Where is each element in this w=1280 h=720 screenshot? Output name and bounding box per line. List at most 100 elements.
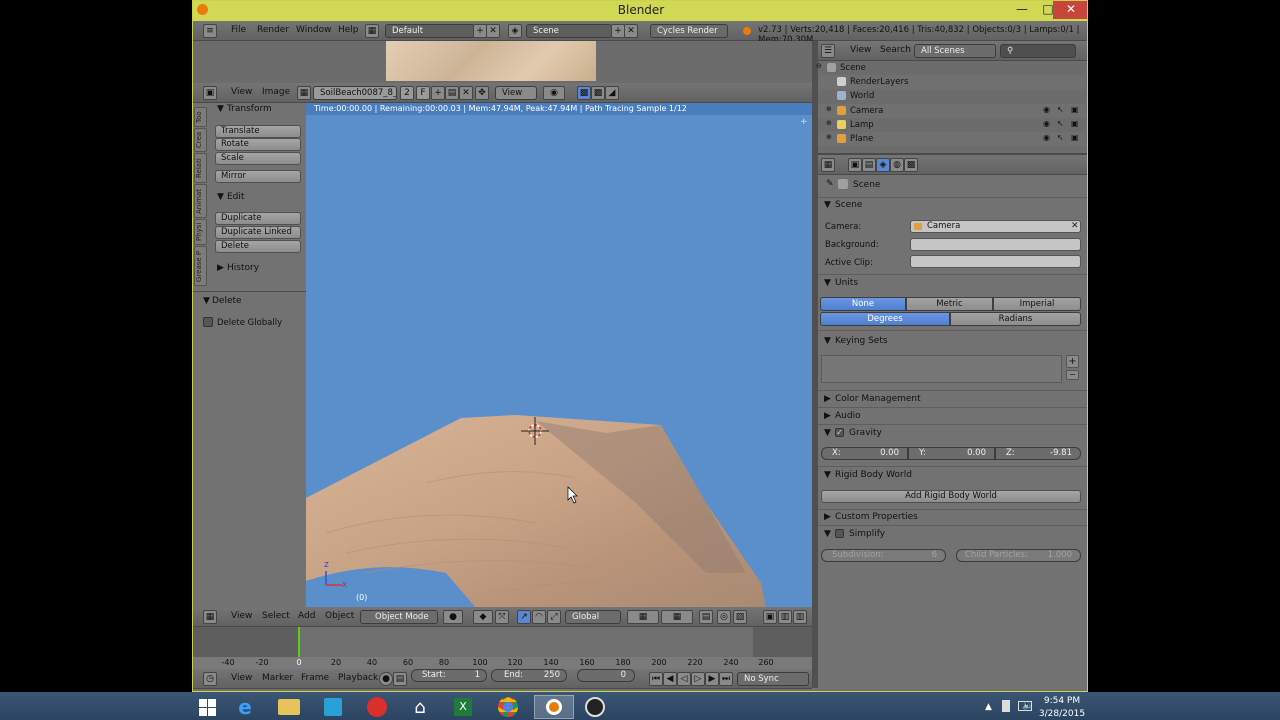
- simplify-panel-toggle[interactable]: ▼: [824, 529, 831, 539]
- remove-keying-set-button[interactable]: −: [1066, 370, 1079, 380]
- opengl-animation-icon[interactable]: ▥: [793, 610, 807, 624]
- active-clip-field[interactable]: [910, 255, 1081, 268]
- display-mode-icon[interactable]: ◉: [543, 86, 565, 100]
- render-layers-tab-icon[interactable]: ▤: [862, 158, 876, 172]
- start-frame-field[interactable]: Start: 1: [411, 669, 487, 682]
- tray-volume-icon[interactable]: 🔈: [1022, 700, 1034, 711]
- properties-editor-type-icon[interactable]: ▦: [821, 158, 835, 172]
- units-panel-title[interactable]: Units: [835, 278, 858, 288]
- color-management-panel-title[interactable]: Color Management: [835, 394, 921, 404]
- object-tab-icon[interactable]: ▩: [904, 158, 918, 172]
- audio-panel-title[interactable]: Audio: [835, 411, 861, 421]
- prev-keyframe-icon[interactable]: ◀: [663, 672, 677, 686]
- image-name-field[interactable]: SoilBeach0087_8_...: [313, 86, 397, 100]
- eye-icon[interactable]: ◉: [1043, 133, 1050, 142]
- color-management-panel-toggle[interactable]: ▶: [824, 394, 831, 404]
- audio-panel-toggle[interactable]: ▶: [824, 411, 831, 421]
- unit-system-none[interactable]: None: [820, 297, 906, 311]
- remove-scene-button[interactable]: ✕: [624, 24, 638, 38]
- gravity-checkbox[interactable]: ✓: [835, 428, 844, 437]
- jump-start-icon[interactable]: ⏮: [649, 672, 663, 686]
- viewport-menu-view[interactable]: View: [231, 611, 252, 621]
- render-viewport[interactable]: Time:00:00.00 | Remaining:00:00.03 | Mem…: [306, 103, 812, 608]
- outliner-item-label[interactable]: Plane: [850, 134, 873, 144]
- transform-collapse-icon[interactable]: ▼: [217, 104, 224, 114]
- edit-collapse-icon[interactable]: ▼: [217, 192, 224, 202]
- start-button-icon[interactable]: [192, 695, 222, 719]
- render-tab-icon[interactable]: ▣: [848, 158, 862, 172]
- add-rigid-body-world-button[interactable]: Add Rigid Body World: [821, 490, 1081, 503]
- add-keying-set-button[interactable]: +: [1066, 355, 1079, 368]
- gravity-panel-title[interactable]: Gravity: [849, 428, 882, 438]
- viewport-menu-object[interactable]: Object: [325, 611, 354, 621]
- menu-render[interactable]: Render: [257, 25, 289, 35]
- outliner-item-label[interactable]: RenderLayers: [850, 77, 908, 87]
- outliner-row-lamp[interactable]: ⊕ Lamp ◉ ↖ ▣: [818, 118, 1086, 132]
- keying-sets-panel-title[interactable]: Keying Sets: [835, 336, 888, 346]
- scale-manipulator-icon[interactable]: ⤢: [547, 610, 561, 624]
- render-icon[interactable]: ▣: [1071, 133, 1079, 142]
- timeline-editor-type-icon[interactable]: ◷: [203, 672, 217, 686]
- tab-animation[interactable]: Animat: [194, 184, 207, 218]
- menu-file[interactable]: File: [231, 25, 246, 35]
- background-field[interactable]: [910, 238, 1081, 251]
- eye-icon[interactable]: ◉: [1043, 119, 1050, 128]
- scale-button[interactable]: Scale: [215, 152, 301, 165]
- rigid-body-panel-toggle[interactable]: ▼: [824, 470, 831, 480]
- render-icon[interactable]: ▣: [1071, 119, 1079, 128]
- taskbar-date[interactable]: 3/28/2015: [1038, 709, 1086, 719]
- image-menu-image[interactable]: Image: [262, 87, 290, 97]
- cursor-icon[interactable]: ↖: [1057, 119, 1064, 128]
- internet-explorer-icon[interactable]: e: [230, 695, 260, 719]
- record-icon[interactable]: ●: [379, 672, 393, 686]
- outliner-menu-view[interactable]: View: [850, 45, 871, 55]
- minimize-button[interactable]: —: [1009, 1, 1035, 19]
- image-view-select[interactable]: View: [495, 86, 537, 100]
- tab-physics[interactable]: Physi: [194, 219, 207, 245]
- units-panel-toggle[interactable]: ▼: [824, 278, 831, 288]
- menu-window[interactable]: Window: [296, 25, 332, 35]
- viewport-menu-select[interactable]: Select: [262, 611, 290, 621]
- expand-toggle-icon[interactable]: ⊖: [816, 62, 822, 70]
- snap-icon[interactable]: ▨: [733, 610, 747, 624]
- subdivision-field[interactable]: Subdivision: 6: [821, 549, 946, 562]
- viewport-menu-add[interactable]: Add: [298, 611, 315, 621]
- image-users[interactable]: 2: [400, 86, 414, 100]
- scene-field[interactable]: Scene: [526, 24, 612, 38]
- image-browse-icon[interactable]: ▦: [297, 86, 311, 100]
- remove-layout-button[interactable]: ✕: [486, 24, 500, 38]
- tab-tools[interactable]: Too: [194, 107, 207, 127]
- pivot-point-icon[interactable]: ◆: [473, 610, 493, 624]
- tab-relations[interactable]: Relati: [194, 153, 207, 183]
- gradient-icon[interactable]: ◢: [605, 86, 619, 100]
- play-reverse-icon[interactable]: ◁: [677, 672, 691, 686]
- render-preview-icon[interactable]: ▣: [763, 610, 777, 624]
- outliner-row-renderlayers[interactable]: RenderLayers: [818, 75, 1086, 90]
- chrome-icon[interactable]: [493, 695, 523, 719]
- menu-help[interactable]: Help: [338, 25, 359, 35]
- proportional-edit-icon[interactable]: ◎: [717, 610, 731, 624]
- translate-button[interactable]: Translate: [215, 125, 301, 138]
- child-particles-field[interactable]: Child Particles: 1.000: [956, 549, 1081, 562]
- app-red-icon[interactable]: [362, 695, 392, 719]
- unit-system-metric[interactable]: Metric: [906, 297, 993, 311]
- rigid-body-panel-title[interactable]: Rigid Body World: [835, 470, 912, 480]
- custom-properties-panel-title[interactable]: Custom Properties: [835, 512, 918, 522]
- cursor-icon[interactable]: ↖: [1057, 133, 1064, 142]
- obs-icon[interactable]: [580, 695, 610, 719]
- tab-create[interactable]: Crea: [194, 128, 207, 152]
- outliner-row-plane[interactable]: ⊕ Plane ◉ ↖ ▣: [818, 132, 1086, 146]
- alpha-icon[interactable]: ▩: [577, 86, 591, 100]
- editor-type-icon[interactable]: ≡: [203, 24, 217, 38]
- object-mode-select[interactable]: Object Mode: [360, 610, 438, 624]
- custom-properties-panel-toggle[interactable]: ▶: [824, 512, 831, 522]
- scene-panel-toggle[interactable]: ▼: [824, 200, 831, 210]
- outliner-item-label[interactable]: World: [850, 91, 874, 101]
- translate-manipulator-icon[interactable]: ↗: [517, 610, 531, 624]
- taskbar-time[interactable]: 9:54 PM: [1043, 696, 1081, 706]
- add-scene-button[interactable]: +: [611, 24, 625, 38]
- outliner-item-label[interactable]: Scene: [840, 63, 866, 73]
- unit-system-imperial[interactable]: Imperial: [993, 297, 1081, 311]
- image-fake-user[interactable]: F: [416, 86, 430, 100]
- outliner-row-scene[interactable]: ⊖ Scene: [816, 61, 1086, 75]
